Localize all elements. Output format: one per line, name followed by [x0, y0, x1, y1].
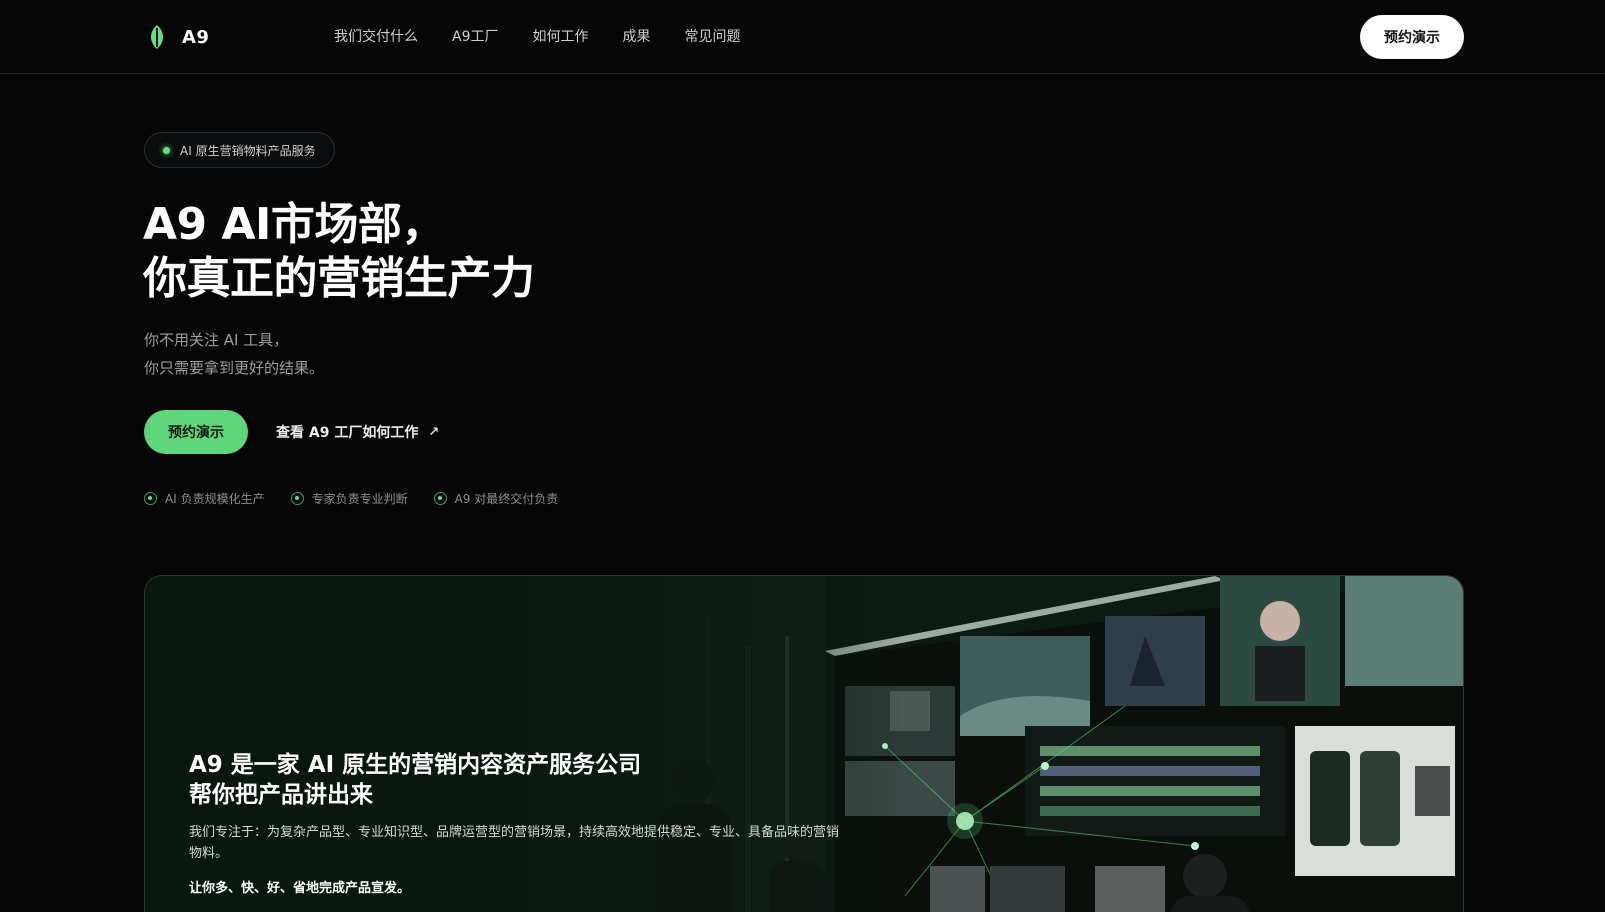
- hero-title: A9 AI市场部， 你真正的营销生产力: [143, 198, 535, 306]
- showcase-title-line1: A9 是一家 AI 原生的营销内容资产服务公司: [189, 752, 642, 778]
- check-dot-icon: [144, 492, 157, 505]
- arrow-up-right-icon: ↗: [428, 424, 440, 440]
- hero-title-line2: 你真正的营销生产力: [143, 253, 535, 304]
- factory-link-label: 查看 A9 工厂如何工作: [276, 425, 419, 441]
- logo-text: A9: [182, 26, 210, 48]
- hero-badge: AI 原生营销物料产品服务: [144, 132, 335, 168]
- feature-label: 专家负责专业判断: [311, 492, 408, 506]
- hero-subtitle-line1: 你不用关注 AI 工具，: [144, 331, 289, 349]
- hero-title-line1: A9 AI市场部，: [143, 199, 445, 250]
- site-header: A9 我们交付什么 A9工厂 如何工作 成果 常见问题 预约演示: [0, 0, 1605, 74]
- main-nav: 我们交付什么 A9工厂 如何工作 成果 常见问题: [334, 27, 774, 47]
- logo-link[interactable]: A9: [146, 24, 209, 50]
- hero-demo-button[interactable]: 预约演示: [144, 410, 248, 454]
- showcase-title: A9 是一家 AI 原生的营销内容资产服务公司 帮你把产品讲出来: [189, 750, 641, 810]
- check-dot-icon: [433, 492, 447, 505]
- showcase-description: 我们专注于：为复杂产品型、专业知识型、品牌运营型的营销场景，持续高效地提供稳定、…: [189, 825, 840, 861]
- nav-item-factory[interactable]: A9工厂: [452, 27, 498, 47]
- showcase-title-line2: 帮你把产品讲出来: [189, 782, 373, 808]
- hero-subtitle: 你不用关注 AI 工具， 你只需要拿到更好的结果。: [144, 326, 324, 382]
- feature-item: 专家负责专业判断: [290, 490, 408, 507]
- nav-item-deliverables[interactable]: 我们交付什么: [334, 27, 418, 47]
- feature-item: AI 负责规模化生产: [144, 490, 265, 507]
- feature-label: AI 负责规模化生产: [165, 492, 265, 506]
- nav-item-faq[interactable]: 常见问题: [684, 27, 740, 47]
- leaf-logo-icon: [151, 25, 163, 49]
- showcase-card: A9 是一家 AI 原生的营销内容资产服务公司 帮你把产品讲出来 我们专注于：为…: [144, 575, 1464, 912]
- status-dot-icon: [163, 146, 170, 154]
- header-demo-button[interactable]: 预约演示: [1360, 15, 1464, 59]
- feature-list: AI 负责规模化生产 专家负责专业判断 A9 对最终交付负责: [144, 490, 558, 507]
- feature-item: A9 对最终交付负责: [433, 490, 559, 507]
- nav-item-how-it-works[interactable]: 如何工作: [532, 27, 588, 47]
- hero-subtitle-line2: 你只需要拿到更好的结果。: [144, 359, 325, 377]
- nav-item-results[interactable]: 成果: [622, 27, 650, 47]
- feature-label: A9 对最终交付负责: [454, 492, 559, 506]
- showcase-emphasis: 让你多、快、好、省地完成产品宣发。: [189, 881, 411, 896]
- factory-link[interactable]: 查看 A9 工厂如何工作 ↗: [276, 422, 439, 442]
- check-dot-icon: [290, 492, 304, 505]
- badge-text: AI 原生营销物料产品服务: [180, 143, 316, 158]
